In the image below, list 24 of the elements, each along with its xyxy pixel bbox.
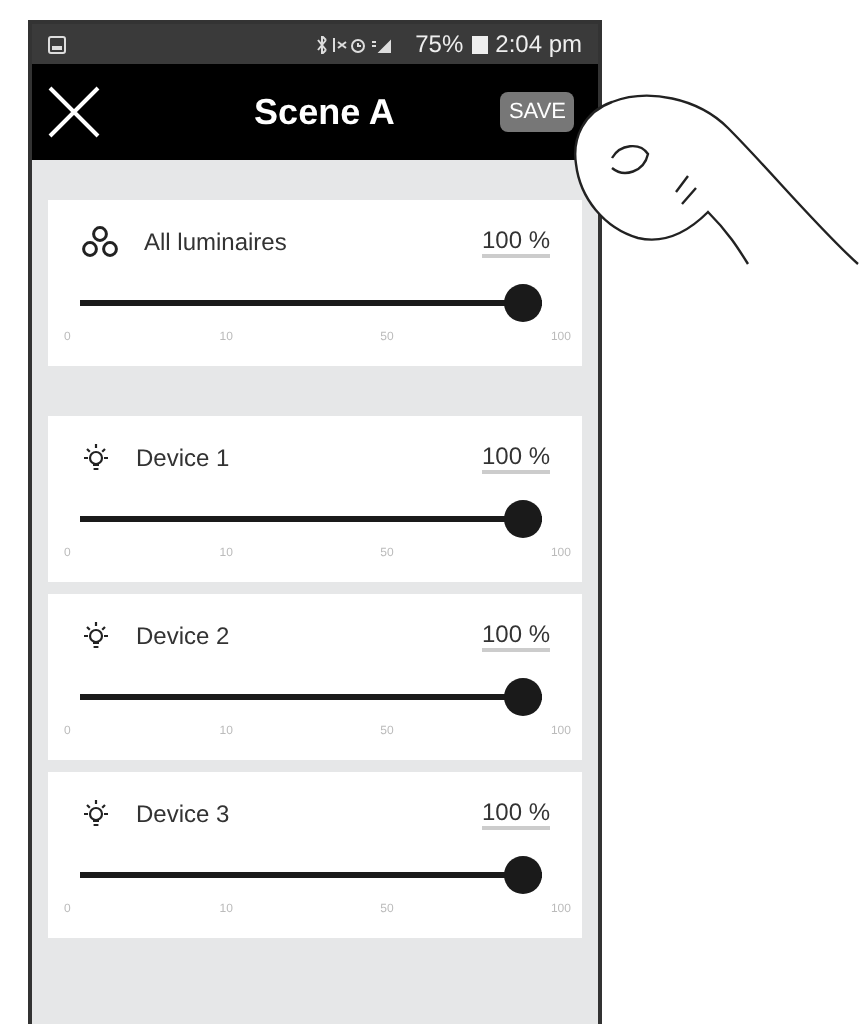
percent-field[interactable]: 100 % — [481, 620, 550, 652]
clock-time: 2:04 pm — [495, 28, 582, 62]
percent-field[interactable]: 100 % — [481, 226, 550, 258]
device-name: Device 3 — [136, 798, 230, 832]
device-name: Device 1 — [136, 442, 230, 476]
battery-level: 75% — [415, 28, 464, 62]
percent-field[interactable]: 100 % — [481, 442, 550, 474]
screen-title: Scene A — [254, 89, 395, 135]
brightness-slider[interactable] — [80, 500, 542, 538]
notification-icon — [48, 35, 66, 53]
brightness-slider[interactable] — [80, 284, 542, 322]
save-button[interactable]: SAVE — [500, 91, 574, 133]
percent-field[interactable]: 100 % — [481, 798, 550, 830]
brightness-slider[interactable] — [80, 678, 542, 716]
close-icon[interactable] — [48, 86, 100, 138]
device-name: Device 2 — [136, 620, 230, 654]
lightbulb-icon — [80, 442, 112, 474]
lightbulb-icon — [80, 620, 112, 652]
lightbulb-icon — [80, 798, 112, 830]
device-name: All luminaires — [144, 226, 287, 260]
battery-icon — [471, 35, 488, 53]
group-icon — [80, 224, 120, 260]
status-icons — [315, 35, 392, 53]
brightness-slider[interactable] — [80, 856, 542, 894]
